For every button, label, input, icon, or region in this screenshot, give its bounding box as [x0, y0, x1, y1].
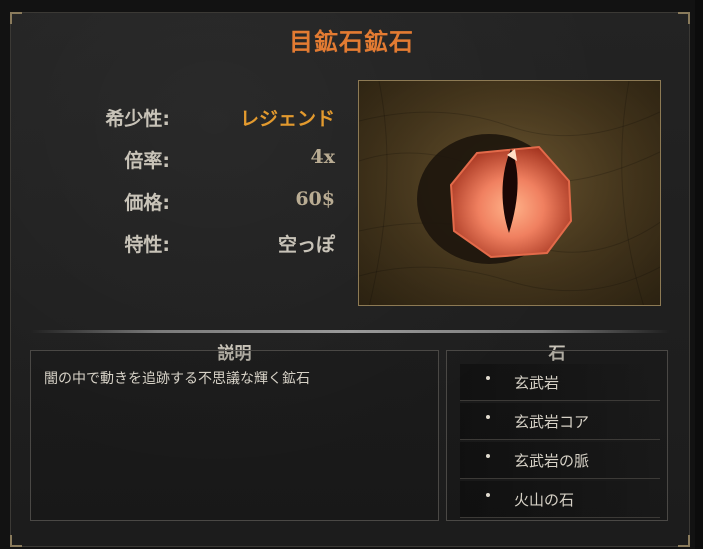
bullet-icon: [486, 376, 490, 380]
stone-label: 玄武岩の脈: [514, 452, 590, 470]
bullet-icon: [486, 454, 490, 458]
panel-corner: [10, 535, 22, 547]
stone-label: 玄武岩: [514, 374, 560, 392]
preview-corner: [359, 81, 366, 88]
list-item: 火山の石: [460, 481, 660, 518]
stone-label: 火山の石: [514, 491, 575, 509]
preview-corner: [359, 298, 366, 305]
ore-eye-icon: [359, 81, 660, 305]
stat-value-trait: 空っぽ: [277, 234, 335, 256]
stat-value-rarity: レジェンド: [239, 108, 335, 130]
stone-label: 玄武岩コア: [514, 413, 590, 431]
list-item: 玄武岩コア: [460, 403, 660, 440]
item-title: 目鉱石鉱石: [289, 28, 414, 56]
bullet-icon: [486, 415, 490, 419]
preview-corner: [653, 81, 660, 88]
stat-label-price: 価格:: [124, 192, 170, 214]
stat-value-price: 60$: [295, 188, 335, 210]
preview-corner: [653, 298, 660, 305]
list-item: 玄武岩の脈: [460, 442, 660, 479]
panel-edge: [695, 0, 703, 549]
stat-label-trait: 特性:: [124, 234, 170, 256]
item-preview: [358, 80, 661, 306]
bullet-icon: [486, 493, 490, 497]
description-text: 闇の中で動きを追跡する不思議な輝く鉱石: [44, 371, 310, 387]
stat-label-multiplier: 倍率:: [124, 150, 170, 172]
list-item: 玄武岩: [460, 364, 660, 401]
stat-label-rarity: 希少性:: [105, 108, 170, 130]
stat-value-multiplier: 4x: [310, 146, 335, 168]
panel-corner: [678, 535, 690, 547]
section-divider: [30, 330, 670, 333]
